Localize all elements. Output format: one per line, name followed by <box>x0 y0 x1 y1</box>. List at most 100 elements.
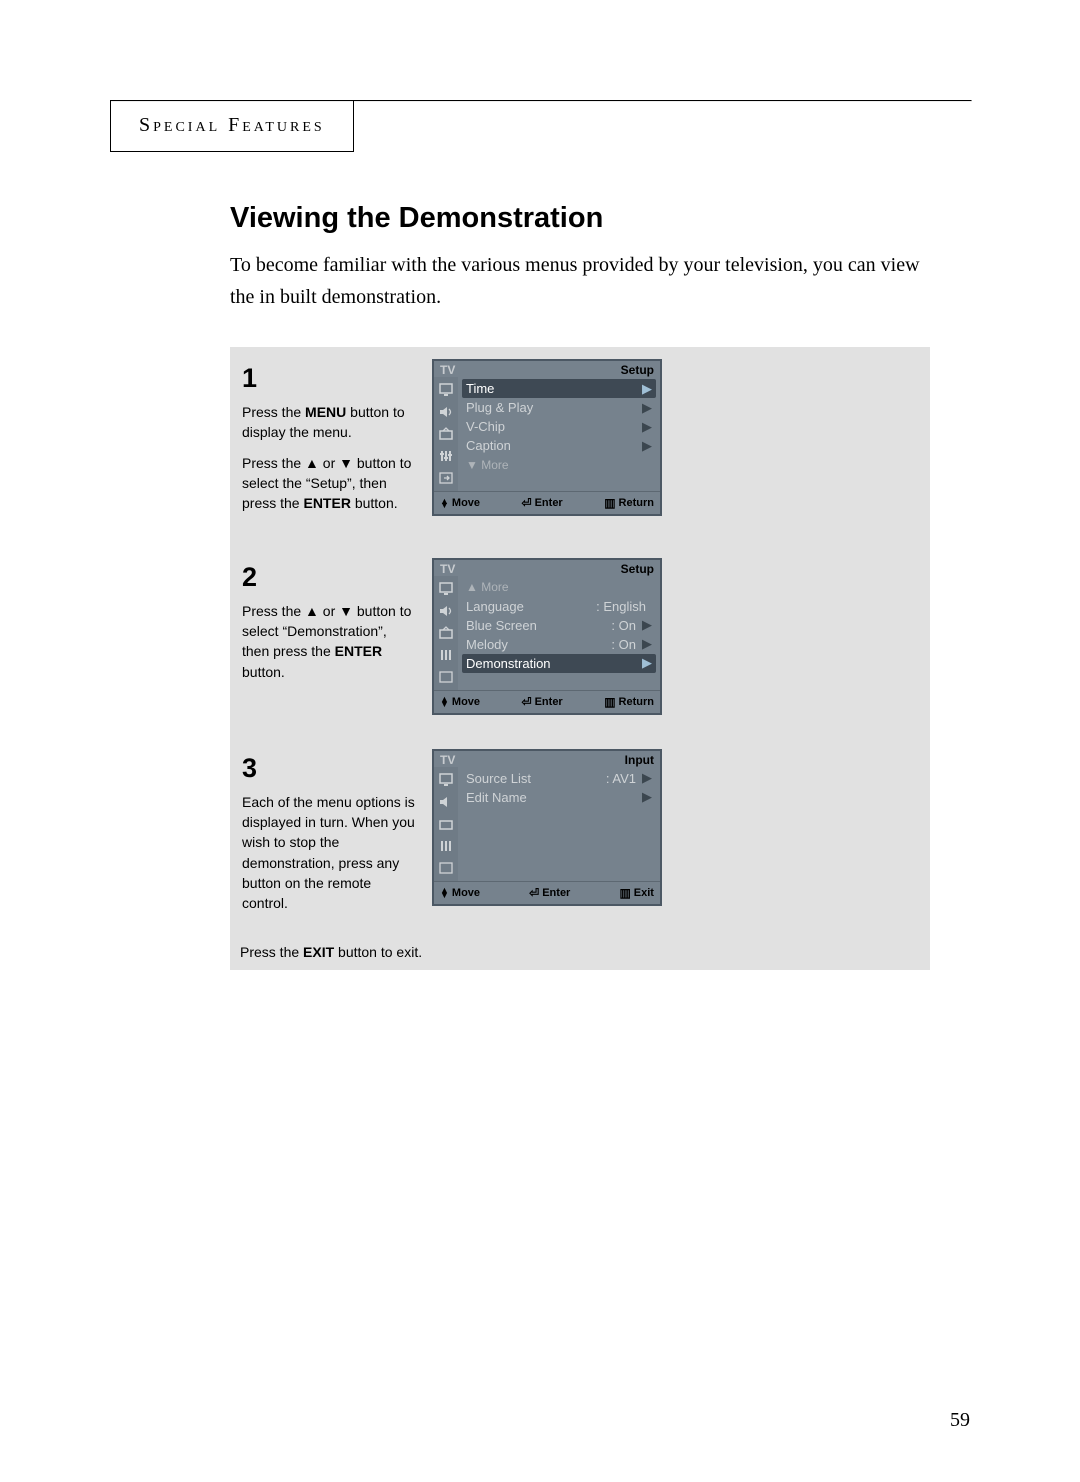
menu-icon: ▥ <box>604 496 615 510</box>
picture-icon <box>438 582 454 596</box>
osd-panel-3: TV Input Source List: AV1▶ <box>432 749 662 906</box>
sound-icon <box>438 604 454 618</box>
arrow-right-icon: ▶ <box>642 419 652 435</box>
osd-row-empty <box>462 807 656 826</box>
osd-tv-label: TV <box>440 753 455 767</box>
foot-return: Return <box>619 497 654 509</box>
foot-enter: Enter <box>542 887 570 899</box>
osd-row-demonstration[interactable]: Demonstration▶ <box>462 654 656 673</box>
down-triangle-icon: ▼ <box>339 603 353 619</box>
section-title: Special Features <box>139 114 325 136</box>
osd-row-plugplay[interactable]: Plug & Play▶ <box>462 398 656 417</box>
arrow-right-icon: ▶ <box>642 381 652 397</box>
step-text: Press the ▲ or ▼ button to select “Demon… <box>242 601 416 682</box>
osd-row-more[interactable]: ▲ More <box>462 578 656 597</box>
foot-return: Return <box>619 696 654 708</box>
txt-bold: ENTER <box>335 643 382 659</box>
osd-row-vchip[interactable]: V-Chip▶ <box>462 417 656 436</box>
osd-tv-label: TV <box>440 562 455 576</box>
arrow-right-icon: ▶ <box>642 617 652 633</box>
osd-row-caption[interactable]: Caption▶ <box>462 436 656 455</box>
channel-icon <box>438 427 454 441</box>
arrow-right-icon: ▶ <box>642 789 652 805</box>
txt: or <box>319 603 339 619</box>
channel-icon <box>438 626 454 640</box>
osd-label: Plug & Play <box>466 400 642 415</box>
section-header-box: Special Features <box>110 100 354 152</box>
osd-row-bluescreen[interactable]: Blue Screen: On ▶ <box>462 616 656 635</box>
down-triangle-icon: ▼ <box>339 455 353 471</box>
updown-icon: ▲▼ <box>440 697 449 706</box>
osd-value: : On <box>611 637 636 652</box>
osd-row-sourcelist[interactable]: Source List: AV1 ▶ <box>462 769 656 788</box>
txt-bold: ENTER <box>303 495 350 511</box>
txt: Press the <box>242 455 305 471</box>
updown-icon: ▲▼ <box>440 888 449 897</box>
enter-icon: ⏎ <box>522 496 532 510</box>
setup-icon <box>438 839 454 853</box>
osd-title: Setup <box>621 562 654 576</box>
arrow-right-icon: ▶ <box>642 636 652 652</box>
txt-bold: EXIT <box>303 944 334 960</box>
osd-label: Edit Name <box>466 790 642 805</box>
intro-text: To become familiar with the various menu… <box>230 249 930 313</box>
txt-bold: MENU <box>305 404 346 420</box>
page-heading: Viewing the Demonstration <box>230 202 930 235</box>
osd-footer: ▲▼Move ⏎Enter ▥ Return <box>434 491 660 514</box>
menu-icon: ▥ <box>619 886 630 900</box>
foot-move: Move <box>452 887 480 899</box>
input-icon <box>438 670 454 684</box>
page-number: 59 <box>950 1409 970 1432</box>
step-number: 3 <box>242 749 416 788</box>
channel-icon <box>438 817 454 831</box>
txt: or <box>319 455 339 471</box>
osd-more: ▲ More <box>466 580 509 594</box>
foot-move: Move <box>452 696 480 708</box>
osd-label: Melody <box>466 637 611 652</box>
txt: button. <box>242 664 285 680</box>
foot-exit: Exit <box>634 887 654 899</box>
osd-label: Demonstration <box>466 656 642 671</box>
osd-row-editname[interactable]: Edit Name▶ <box>462 788 656 807</box>
osd-value: : AV1 <box>606 771 636 786</box>
osd-row-more[interactable]: ▼ More <box>462 455 656 474</box>
osd-sidebar-icons <box>434 377 458 491</box>
osd-row-melody[interactable]: Melody: On ▶ <box>462 635 656 654</box>
osd-row-language[interactable]: Language: English <box>462 597 656 616</box>
step-number: 1 <box>242 359 416 398</box>
enter-icon: ⏎ <box>522 695 532 709</box>
osd-label: V-Chip <box>466 419 642 434</box>
osd-label: Language <box>466 599 596 614</box>
step-1: 1 Press the MENU button to display the m… <box>240 355 920 528</box>
input-icon <box>438 861 454 875</box>
input-icon <box>438 471 454 485</box>
arrow-right-icon: ▶ <box>642 770 652 786</box>
enter-icon: ⏎ <box>529 886 539 900</box>
osd-panel-1: TV Setup Time▶ Plug & Pl <box>432 359 662 516</box>
osd-footer: ▲▼Move ⏎Enter ▥Return <box>434 690 660 713</box>
step-text: Each of the menu options is displayed in… <box>242 792 416 914</box>
osd-label: Blue Screen <box>466 618 611 633</box>
sound-icon <box>438 795 454 809</box>
osd-label: Time <box>466 381 642 396</box>
txt: Press the <box>240 944 303 960</box>
updown-icon: ▲▼ <box>440 499 449 508</box>
txt: Press the <box>242 603 305 619</box>
foot-enter: Enter <box>535 497 563 509</box>
osd-title: Setup <box>621 363 654 377</box>
foot-move: Move <box>452 497 480 509</box>
osd-row-empty <box>462 845 656 864</box>
osd-label: Source List <box>466 771 606 786</box>
osd-value: : On <box>611 618 636 633</box>
up-triangle-icon: ▲ <box>305 455 319 471</box>
steps-container: 1 Press the MENU button to display the m… <box>230 347 930 970</box>
osd-row-empty <box>462 826 656 845</box>
osd-label: Caption <box>466 438 642 453</box>
arrow-right-icon: ▶ <box>642 438 652 454</box>
txt: button. <box>351 495 398 511</box>
osd-tv-label: TV <box>440 363 455 377</box>
step-3-after: Press the EXIT button to exit. <box>240 942 920 962</box>
osd-more: ▼ More <box>466 458 509 472</box>
osd-row-time[interactable]: Time▶ <box>462 379 656 398</box>
picture-icon <box>438 383 454 397</box>
